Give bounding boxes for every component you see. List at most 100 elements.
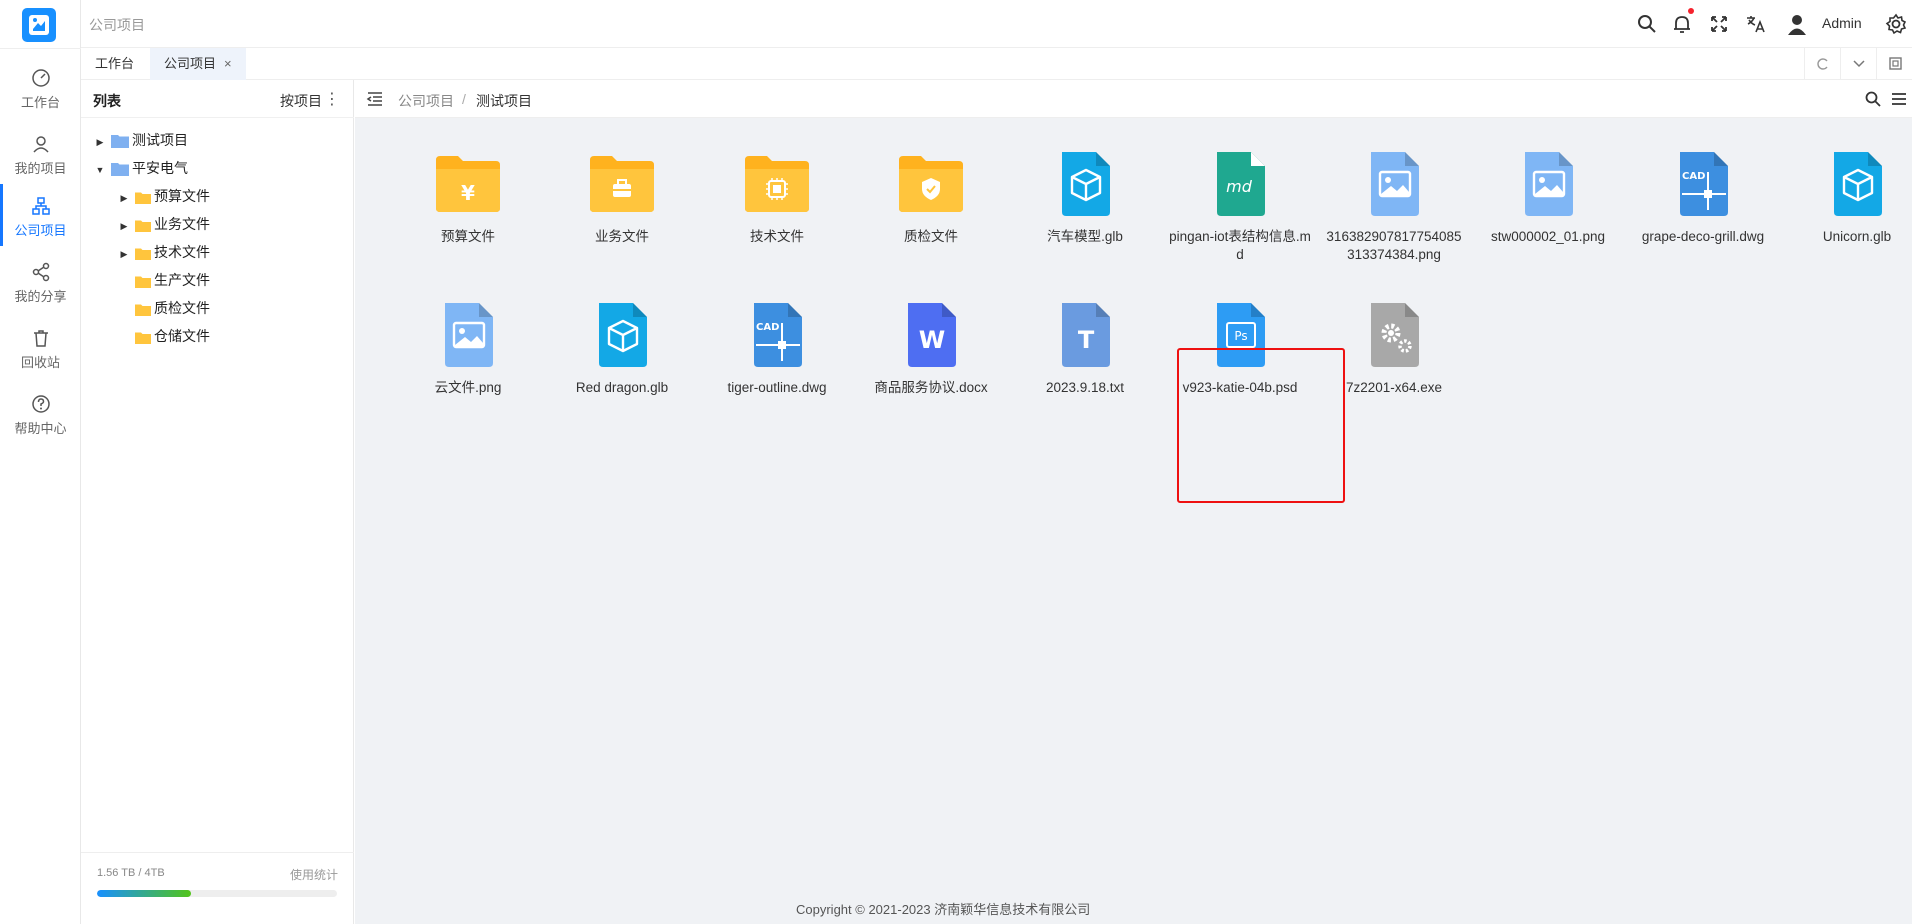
nav-dashboard[interactable]: 工作台 <box>0 56 81 118</box>
tree-item-pingan-electric[interactable]: ▼ 平安电气 <box>93 157 188 179</box>
file-name: pingan-iot表结构信息.md <box>1169 229 1311 262</box>
settings-gear-icon[interactable] <box>1884 12 1908 36</box>
search-icon[interactable] <box>1864 90 1882 108</box>
help-icon <box>31 395 50 413</box>
user-icon <box>32 136 49 153</box>
avatar[interactable] <box>1785 12 1809 36</box>
file-name: 预算文件 <box>441 229 495 244</box>
nav-recycle-bin[interactable]: 回收站 <box>0 316 81 378</box>
list-view-icon[interactable] <box>1890 90 1908 108</box>
folder-icon <box>896 150 966 220</box>
glb-file-icon <box>587 301 657 371</box>
storage-progress-bar <box>97 890 337 897</box>
tree-item-test-project[interactable]: ▶ 测试项目 <box>93 129 188 151</box>
tab-refresh-button[interactable] <box>1804 48 1840 80</box>
file-item[interactable]: Red dragon.glb <box>547 301 697 397</box>
tree-item-label: 业务文件 <box>154 216 210 232</box>
nav-recycle-bin-label: 回收站 <box>20 355 60 370</box>
file-item[interactable]: 质检文件 <box>856 150 1006 246</box>
nav-help-center-label: 帮助中心 <box>14 421 67 436</box>
file-item[interactable]: 云文件.png <box>393 301 543 397</box>
usage-stats-link[interactable]: 使用统计 <box>290 866 338 883</box>
tab-menu-button[interactable] <box>1840 48 1876 80</box>
translate-icon[interactable] <box>1744 12 1768 36</box>
app-logo[interactable] <box>22 8 56 42</box>
dwg-file-icon: CAD <box>742 301 812 371</box>
fullscreen-icon[interactable] <box>1707 12 1731 36</box>
folder-icon: ¥ <box>433 150 503 220</box>
user-name[interactable]: Admin <box>1822 15 1862 31</box>
more-vertical-icon[interactable]: ⋮ <box>324 89 340 109</box>
tab-maximize-button[interactable] <box>1876 48 1912 80</box>
nav-my-shares[interactable]: 我的分享 <box>0 250 81 312</box>
file-item[interactable]: 316382907817754085313374384.png <box>1319 150 1469 264</box>
share-icon <box>32 262 49 282</box>
file-browser: 公司项目 / 测试项目 ¥ 预算文件 业务文件 技术文件 质检文件 汽车模型.glb md p… <box>355 80 1912 924</box>
file-name: tiger-outline.dwg <box>727 380 827 395</box>
tree-item-qc-files[interactable]: 质检文件 <box>117 297 210 319</box>
file-item[interactable]: Unicorn.glb <box>1782 150 1912 246</box>
folder-icon <box>135 220 151 232</box>
svg-text:CAD: CAD <box>1682 171 1705 182</box>
file-item[interactable]: 业务文件 <box>547 150 697 246</box>
copyright: Copyright © 2021-2023 济南颖华信息技术有限公司 <box>790 899 1097 918</box>
breadcrumb-parent[interactable]: 公司项目 <box>398 91 454 111</box>
exe-file-icon <box>1359 301 1429 371</box>
tab-close-icon[interactable]: × <box>224 56 232 71</box>
svg-text:CAD: CAD <box>756 322 779 333</box>
breadcrumb-current: 测试项目 <box>476 93 532 109</box>
nav-my-shares-label: 我的分享 <box>14 289 67 304</box>
tree-item-production-files[interactable]: 生产文件 <box>117 269 210 291</box>
nav-dashboard-label: 工作台 <box>20 95 60 110</box>
sort-by-project-button[interactable]: 按项目 <box>280 91 322 111</box>
nav-company-projects[interactable]: 公司项目 <box>0 184 81 246</box>
folder-icon <box>111 163 129 176</box>
chevron-down-icon <box>1853 60 1865 68</box>
storage-usage: 1.56 TB / 4TB 使用统计 <box>81 852 354 924</box>
file-item[interactable]: T 2023.9.18.txt <box>1010 301 1160 397</box>
tree-item-tech-files[interactable]: ▶ 技术文件 <box>117 241 210 263</box>
png-file-icon <box>1513 150 1583 220</box>
file-item[interactable]: 技术文件 <box>702 150 852 246</box>
tree-item-business-files[interactable]: ▶ 业务文件 <box>117 213 210 235</box>
caret-right-icon[interactable]: ▶ <box>117 215 131 237</box>
tree-panel: 列表 按项目 ⋮ ▶ 测试项目 ▼ 平安电气 ▶ 预算文件 ▶ 业务文件 ▶ 技术文件 生… <box>81 80 354 924</box>
selection-highlight <box>1177 348 1345 503</box>
file-item[interactable]: md pingan-iot表结构信息.md <box>1165 150 1315 264</box>
file-item[interactable]: stw000002_01.png <box>1473 150 1623 246</box>
storage-used-text: 1.56 TB / 4TB <box>97 867 165 879</box>
md-file-icon: md <box>1205 150 1275 220</box>
file-name: 商品服务协议.docx <box>874 380 988 395</box>
tree-item-budget-files[interactable]: ▶ 预算文件 <box>117 185 210 207</box>
caret-right-icon[interactable]: ▶ <box>117 243 131 265</box>
nav-my-projects[interactable]: 我的项目 <box>0 122 81 184</box>
file-item[interactable]: 汽车模型.glb <box>1010 150 1160 246</box>
tab-company-projects-label: 公司项目 <box>164 56 217 71</box>
tree-item-label: 仓储文件 <box>154 328 210 344</box>
file-name: Red dragon.glb <box>575 380 669 395</box>
nav-company-projects-label: 公司项目 <box>14 223 67 238</box>
nav-help-center[interactable]: 帮助中心 <box>0 382 81 444</box>
notification-button[interactable] <box>1670 8 1694 36</box>
folder-icon <box>587 150 657 220</box>
tree-item-label: 质检文件 <box>154 300 210 316</box>
folder-icon <box>742 150 812 220</box>
file-item[interactable]: ¥ 预算文件 <box>393 150 543 246</box>
file-item[interactable]: CAD tiger-outline.dwg <box>702 301 852 397</box>
png-file-icon <box>433 301 503 371</box>
search-icon[interactable] <box>1635 12 1659 36</box>
tree-item-warehouse-files[interactable]: 仓储文件 <box>117 325 210 347</box>
file-item[interactable]: W 商品服务协议.docx <box>856 301 1006 397</box>
file-item[interactable]: CAD grape-deco-grill.dwg <box>1628 150 1778 246</box>
tab-company-projects[interactable]: 公司项目 × <box>150 48 246 80</box>
caret-right-icon[interactable]: ▶ <box>117 187 131 209</box>
folder-icon <box>111 135 129 148</box>
storage-progress-fill <box>97 890 191 897</box>
collapse-panel-icon[interactable] <box>366 90 384 108</box>
caret-right-icon[interactable]: ▶ <box>93 131 107 153</box>
tab-dashboard[interactable]: 工作台 <box>81 48 148 80</box>
docx-file-icon: W <box>896 301 966 371</box>
tree-item-label: 测试项目 <box>132 132 188 148</box>
refresh-icon <box>1817 58 1828 70</box>
caret-down-icon[interactable]: ▼ <box>93 159 107 181</box>
